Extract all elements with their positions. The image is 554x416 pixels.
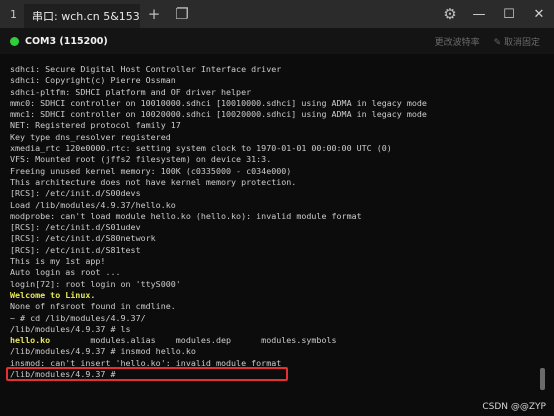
terminal-line: ~ # cd /lib/modules/4.9.37/ (10, 312, 146, 323)
terminal-line: sdhci-pltfm: SDHCI platform and OF drive… (10, 86, 252, 97)
error-highlight-box (6, 367, 288, 381)
terminal-line: Load /lib/modules/4.9.37/hello.ko (10, 199, 176, 210)
terminal-line: Auto login as root ... (10, 267, 121, 278)
connection-status-bar: COM3 (115200) 更改波特率 ✎ 取消固定 (0, 28, 554, 54)
terminal-line: Key type dns_resolver registered (10, 131, 171, 142)
maximize-icon[interactable]: ☐ (494, 7, 524, 22)
terminal-line: [RCS]: /etc/init.d/S00devs (10, 188, 141, 199)
terminal-line: modprobe: can't load module hello.ko (he… (10, 210, 362, 221)
unpin-button[interactable]: ✎ 取消固定 (494, 35, 540, 48)
terminal-line: hello.ko modules.alias modules.dep modul… (10, 335, 530, 346)
port-label: COM3 (115200) (25, 35, 108, 47)
tab-serial-port[interactable]: 串口: wch.cn 5&1536... × (24, 4, 140, 28)
settings-gear-icon[interactable]: ⚙ (436, 5, 464, 23)
terminal-line: xmedia_rtc 120e0000.rtc: setting system … (10, 143, 392, 154)
terminal-line: This architecture does not have kernel m… (10, 176, 297, 187)
terminal-line: Welcome to Linux. (10, 289, 96, 300)
terminal-line: /lib/modules/4.9.37 # ls (10, 323, 131, 334)
terminal-line: sdhci: Secure Digital Host Controller In… (10, 64, 282, 74)
tab-title: 串口: wch.cn 5&1536... (32, 10, 140, 23)
terminal-line: login[72]: root login on 'ttyS000' (10, 278, 181, 289)
ls-entries-rest: modules.alias modules.dep modules.symbol… (50, 335, 337, 346)
terminal-line: mmc0: SDHCI controller on 10010000.sdhci… (10, 97, 427, 108)
terminal-line: This is my 1st app! (10, 256, 106, 267)
window-view-icon[interactable]: ❐ (168, 5, 196, 23)
terminal-line: VFS: Mounted root (jffs2 filesystem) on … (10, 154, 272, 165)
watermark: CSDN @@ZYP (482, 402, 546, 412)
terminal-line: mmc1: SDHCI controller on 10020000.sdhci… (10, 109, 427, 120)
change-baud-rate-button[interactable]: 更改波特率 (435, 35, 480, 48)
ls-entry-hello-ko: hello.ko (10, 335, 51, 346)
terminal-line: [RCS]: /etc/init.d/S81test (10, 244, 141, 255)
close-window-icon[interactable]: ✕ (524, 7, 554, 22)
minimize-icon[interactable]: — (464, 7, 494, 22)
scrollbar-thumb[interactable] (540, 368, 545, 390)
terminal-line: NET: Registered protocol family 17 (10, 120, 181, 131)
title-bar: 1 串口: wch.cn 5&1536... × + ❐ ⚙ — ☐ ✕ (0, 0, 554, 28)
terminal-line: /lib/modules/4.9.37 # insmod hello.ko (10, 346, 196, 357)
connected-indicator-icon (10, 36, 19, 46)
new-tab-icon[interactable]: + (140, 5, 168, 23)
tab-index: 1 (10, 7, 17, 21)
terminal-line: None of nfsroot found in cmdline. (10, 301, 176, 312)
terminal-line: Freeing unused kernel memory: 100K (c033… (10, 165, 292, 176)
terminal-line: sdhci: Copyright(c) Pierre Ossman (10, 75, 176, 86)
terminal-line: [RCS]: /etc/init.d/S01udev (10, 222, 141, 233)
terminal-line: [RCS]: /etc/init.d/S80network (10, 233, 156, 244)
terminal-output[interactable]: sdhci: Secure Digital Host Controller In… (10, 64, 530, 380)
